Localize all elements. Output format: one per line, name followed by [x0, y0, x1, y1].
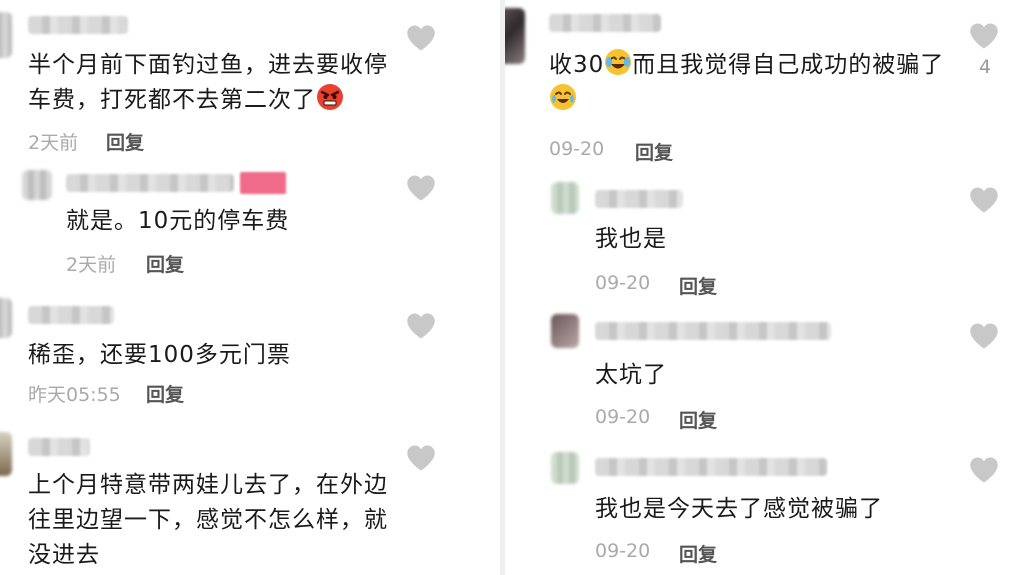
reply-button[interactable]: 回复 — [679, 540, 717, 567]
comment-text: 我也是今天去了感觉被骗了 — [595, 496, 883, 522]
comment-time: 2天前 — [66, 254, 117, 276]
reply-button[interactable]: 回复 — [146, 380, 184, 407]
rolling-laughing-icon — [604, 48, 632, 76]
comment-text: 收30 而且我觉得自己成功的被骗了 — [549, 48, 949, 118]
like-heart-icon[interactable] — [406, 312, 436, 340]
username[interactable] — [549, 14, 661, 32]
like-heart-icon[interactable] — [969, 456, 999, 484]
badge-tag — [240, 172, 286, 194]
comment-text: 上个月特意带两娃儿去了，在外边往里边望一下，感觉不怎么样，就没进去 — [28, 472, 388, 568]
like-heart-icon[interactable] — [406, 444, 436, 472]
comment-text: 太坑了 — [595, 362, 667, 388]
avatar[interactable] — [551, 182, 579, 214]
username[interactable] — [595, 322, 831, 340]
like-count: 4 — [979, 56, 992, 78]
like-heart-icon[interactable] — [406, 174, 436, 202]
reply-button[interactable]: 回复 — [106, 128, 144, 155]
reply-button[interactable]: 回复 — [679, 406, 717, 433]
avatar[interactable] — [551, 452, 579, 484]
avatar[interactable] — [0, 298, 12, 338]
comment-time: 09-20 — [549, 138, 605, 160]
reply-button[interactable]: 回复 — [679, 272, 717, 299]
avatar[interactable] — [0, 432, 12, 476]
comment-text: 半个月前下面钓过鱼，进去要收停车费，打死都不去第二次了 — [28, 48, 408, 118]
comment-time: 2天前 — [28, 132, 79, 154]
avatar[interactable] — [0, 12, 12, 58]
like-heart-icon[interactable] — [969, 22, 999, 50]
avatar[interactable] — [551, 314, 579, 348]
avatar[interactable] — [505, 8, 525, 64]
reply-button[interactable]: 回复 — [146, 250, 184, 277]
avatar[interactable] — [22, 170, 52, 200]
comment-text-part1: 收30 — [549, 52, 605, 78]
comment-time: 09-20 — [595, 272, 651, 294]
comment-panel-right: 收30 而且我觉得自己成功的被骗了 09-20 回复 4 我也是 09-20 回复… — [505, 0, 1023, 575]
angry-face-icon — [316, 83, 344, 111]
like-heart-icon[interactable] — [969, 322, 999, 350]
username[interactable] — [595, 458, 827, 476]
username[interactable] — [595, 190, 683, 208]
comment-time: 09-20 — [595, 540, 651, 562]
comment-time: 09-20 — [595, 406, 651, 428]
comment-text-part2: 而且我觉得自己成功的被骗了 — [632, 52, 945, 78]
comment-time: 昨天05:55 — [28, 384, 121, 406]
comment-panel-left: 半个月前下面钓过鱼，进去要收停车费，打死都不去第二次了 2天前 回复 就是。10… — [0, 0, 500, 575]
username[interactable] — [28, 438, 90, 456]
username[interactable] — [28, 16, 128, 34]
username[interactable] — [28, 306, 114, 324]
comment-text: 就是。10元的停车费 — [66, 208, 290, 234]
tears-of-joy-icon — [549, 83, 577, 111]
comment-text: 稀歪，还要100多元门票 — [28, 342, 291, 368]
like-heart-icon[interactable] — [969, 186, 999, 214]
comment-text: 我也是 — [595, 226, 667, 252]
username[interactable] — [66, 174, 234, 192]
like-heart-icon[interactable] — [406, 24, 436, 52]
reply-button[interactable]: 回复 — [635, 138, 673, 165]
